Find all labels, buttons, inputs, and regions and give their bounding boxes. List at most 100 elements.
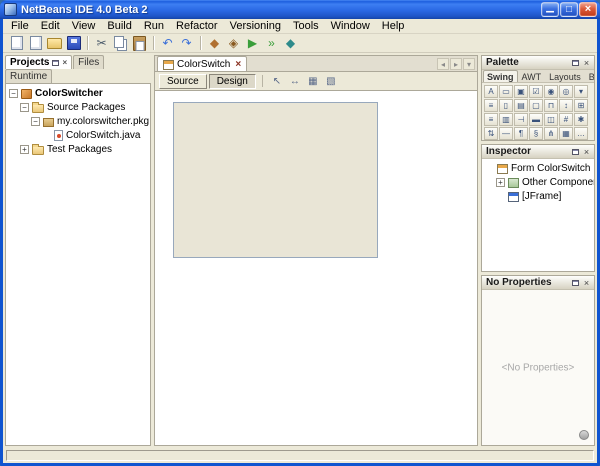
title-bar[interactable]: NetBeans IDE 4.0 Beta 2 ▁ □ × xyxy=(0,0,600,19)
editor-tab-colorswitch[interactable]: ColorSwitch × xyxy=(157,56,247,71)
inspector-node-form-colorswitch[interactable]: Form ColorSwitch xyxy=(482,161,594,175)
palette-header[interactable]: Palette × xyxy=(482,56,594,70)
jlabel-icon[interactable]: A xyxy=(484,85,498,98)
scroll-tabs-right-icon[interactable]: ▸ xyxy=(450,58,462,70)
palette-tab-layouts[interactable]: Layouts xyxy=(545,70,585,82)
inspector-node-jframe[interactable]: [JFrame] xyxy=(482,189,594,203)
redo-icon[interactable]: ↷ xyxy=(177,35,196,52)
jtextarea-icon[interactable]: ▤ xyxy=(514,99,528,112)
close-button[interactable]: × xyxy=(579,2,597,17)
jpanel-icon[interactable]: ▢ xyxy=(529,99,543,112)
tab-list-icon[interactable]: ▾ xyxy=(463,58,475,70)
open-project-icon[interactable] xyxy=(45,35,64,52)
jtoolbar-icon[interactable]: … xyxy=(574,127,588,140)
project-node-test-packages[interactable]: +Test Packages xyxy=(6,142,150,156)
jtogglebutton-icon[interactable]: ▣ xyxy=(514,85,528,98)
jprogressbar-icon[interactable]: ▬ xyxy=(529,113,543,126)
save-all-icon[interactable] xyxy=(64,35,83,52)
toggle-source-packages-icon[interactable]: − xyxy=(20,103,29,112)
toggle-test-packages-icon[interactable]: + xyxy=(20,145,29,154)
close-window-icon[interactable]: × xyxy=(581,277,592,288)
close-window-icon[interactable]: × xyxy=(581,146,592,157)
help-circle-icon[interactable] xyxy=(579,430,589,440)
buttongroup-icon[interactable]: ◎ xyxy=(559,85,573,98)
toggle-colorswitcher-icon[interactable]: − xyxy=(9,89,18,98)
connection-mode-icon[interactable]: ↔ xyxy=(287,74,303,88)
jtextpane-icon[interactable]: ¶ xyxy=(514,127,528,140)
close-window-icon[interactable]: × xyxy=(581,57,592,68)
view-design-button[interactable]: Design xyxy=(209,74,256,89)
float-window-icon[interactable] xyxy=(570,57,581,68)
cut-icon[interactable]: ✂ xyxy=(92,35,111,52)
jeditorpane-icon[interactable]: § xyxy=(529,127,543,140)
undo-icon[interactable]: ↶ xyxy=(158,35,177,52)
maximize-button[interactable]: □ xyxy=(560,2,578,17)
jmenubar-icon[interactable]: ≡ xyxy=(484,113,498,126)
menu-item-edit[interactable]: Edit xyxy=(35,20,66,32)
build-main-project-icon[interactable]: ◆ xyxy=(205,35,224,52)
debug-main-project-icon[interactable]: ◆ xyxy=(281,35,300,52)
scroll-tabs-left-icon[interactable]: ◂ xyxy=(437,58,449,70)
paste-icon[interactable] xyxy=(130,35,149,52)
palette-tab-awt[interactable]: AWT xyxy=(518,70,546,82)
jseparator-icon[interactable]: — xyxy=(499,127,513,140)
jlist-icon[interactable]: ≡ xyxy=(484,99,498,112)
jframe-design-surface[interactable] xyxy=(173,102,378,258)
menu-item-refactor[interactable]: Refactor xyxy=(170,20,224,32)
design-canvas[interactable] xyxy=(155,91,477,445)
clean-build-main-project-icon[interactable]: ◈ xyxy=(224,35,243,52)
minimize-button[interactable]: ▁ xyxy=(541,2,559,17)
menu-item-versioning[interactable]: Versioning xyxy=(224,20,287,32)
explorer-tab-runtime[interactable]: Runtime xyxy=(5,69,52,83)
menu-item-view[interactable]: View xyxy=(66,20,102,32)
close-tab-icon[interactable]: × xyxy=(62,59,67,67)
palette-tab-beans[interactable]: Beans xyxy=(585,70,595,82)
float-tab-icon[interactable] xyxy=(52,60,59,66)
menu-item-help[interactable]: Help xyxy=(376,20,411,32)
jcombobox-icon[interactable]: ▾ xyxy=(574,85,588,98)
menu-item-tools[interactable]: Tools xyxy=(287,20,325,32)
project-node-source-packages[interactable]: −Source Packages xyxy=(6,100,150,114)
jtabbedpane-icon[interactable]: ⊓ xyxy=(544,99,558,112)
properties-header[interactable]: No Properties × xyxy=(482,276,594,290)
jtable-icon[interactable]: ▦ xyxy=(559,127,573,140)
new-file-icon[interactable] xyxy=(7,35,26,52)
jsplitpane-icon[interactable]: ◫ xyxy=(544,113,558,126)
view-source-button[interactable]: Source xyxy=(159,74,207,89)
preview-design-icon[interactable]: ▦ xyxy=(305,74,321,88)
selection-mode-icon[interactable]: ↖ xyxy=(269,74,285,88)
show-grid-icon[interactable]: ▧ xyxy=(323,74,339,88)
project-node-colorswitcher[interactable]: −ColorSwitcher xyxy=(6,86,150,100)
copy-icon[interactable] xyxy=(111,35,130,52)
toggle-my-colorswitcher-pkg-icon[interactable]: − xyxy=(31,117,40,126)
project-node-colorswitch-java[interactable]: ColorSwitch.java xyxy=(6,128,150,142)
jscrollpane-icon[interactable]: ⊞ xyxy=(574,99,588,112)
menu-item-file[interactable]: File xyxy=(5,20,35,32)
jcheckbox-icon[interactable]: ☑ xyxy=(529,85,543,98)
float-window-icon[interactable] xyxy=(570,146,581,157)
run-main-project-icon[interactable]: ▶ xyxy=(243,35,262,52)
jradiobutton-icon[interactable]: ◉ xyxy=(544,85,558,98)
jpasswordfield-icon[interactable]: ✱ xyxy=(574,113,588,126)
inspector-header[interactable]: Inspector × xyxy=(482,145,594,159)
menu-item-run[interactable]: Run xyxy=(138,20,170,32)
new-project-icon[interactable] xyxy=(26,35,45,52)
project-node-my-colorswitcher-pkg[interactable]: −my.colorswitcher.pkg xyxy=(6,114,150,128)
float-window-icon[interactable] xyxy=(570,277,581,288)
inspector-node-other-components[interactable]: +Other Components xyxy=(482,175,594,189)
palette-tab-swing[interactable]: Swing xyxy=(483,70,518,82)
menu-item-window[interactable]: Window xyxy=(325,20,376,32)
jtree-icon[interactable]: ⋔ xyxy=(544,127,558,140)
close-tab-icon[interactable]: × xyxy=(235,59,241,70)
explorer-tab-projects[interactable]: Projects× xyxy=(5,55,72,69)
explorer-tab-files[interactable]: Files xyxy=(73,55,104,69)
jscrollbar-icon[interactable]: ↕ xyxy=(559,99,573,112)
jspinner-icon[interactable]: ⇅ xyxy=(484,127,498,140)
jslider-icon[interactable]: ⊣ xyxy=(514,113,528,126)
jformattedtextfield-icon[interactable]: # xyxy=(559,113,573,126)
jbutton-icon[interactable]: ▭ xyxy=(499,85,513,98)
jpopupmenu-icon[interactable]: ▥ xyxy=(499,113,513,126)
jtextfield-icon[interactable]: ▯ xyxy=(499,99,513,112)
run-file-icon[interactable]: » xyxy=(262,35,281,52)
menu-item-build[interactable]: Build xyxy=(101,20,137,32)
